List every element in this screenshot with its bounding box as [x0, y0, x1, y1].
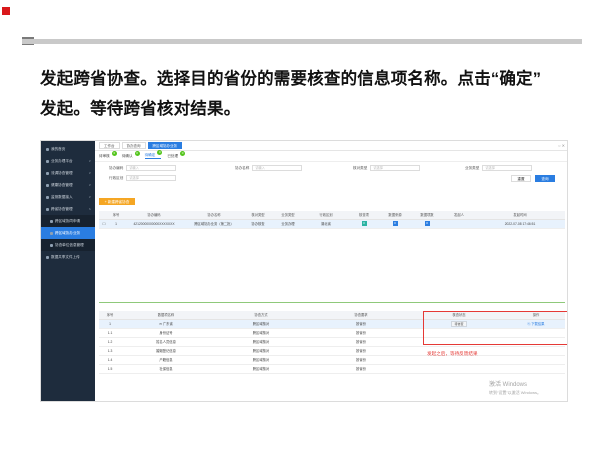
- table-row[interactable]: ☐ 1 42120000000000XXXXXXX 跨区域协办业务（第二批） 协…: [99, 219, 565, 229]
- sidebar-subitem-cobusiness[interactable]: 跨区域协办业务: [41, 227, 95, 239]
- table-header: 序号 协办编码 协办名称 核对类型 业务类型 行政区划 核查项 数据来源 数据项…: [99, 211, 565, 220]
- doc-icon: [50, 231, 53, 235]
- menu-icon: [46, 195, 49, 199]
- tab-workbench[interactable]: 工作台: [99, 142, 120, 149]
- search-button[interactable]: 查询: [535, 175, 555, 182]
- table-row[interactable]: 1.5 社保信息 跨区域核对 按省份: [99, 364, 565, 374]
- status-tabs: 待审核 0 待确认 0 待确定 0 已处理 0: [95, 150, 567, 162]
- count-badge: 0: [180, 150, 186, 156]
- main-area: 工作台 协办查询 跨区域协办业务 ○ ✕ 待审核 0 待确认 0 待确定 0 已处理 0…: [95, 141, 567, 401]
- table-row[interactable]: 1.4 户籍信息 跨区域核对 按省份: [99, 355, 565, 365]
- chevron-down-icon: ∨: [88, 195, 91, 199]
- headline-line-2: 发起。等待跨省核对结果。: [40, 100, 241, 118]
- sidebar-subitem-apply[interactable]: 跨区域协同申请: [41, 215, 95, 227]
- home-icon: [46, 147, 49, 151]
- doc-icon: [50, 243, 53, 247]
- business-type-select[interactable]: 请选择: [482, 165, 533, 171]
- sidebar-item-monitor[interactable]: 监测数据接入 ∨: [41, 191, 95, 203]
- headline: 发起跨省协查。选择目的省份的需要核查的信息项名称。点击“确定” 发起。等待跨省核…: [40, 64, 585, 124]
- sidebar: 我的首页 业务办理平台 ∨ 流调协查管理 ∨ 健康协查管理 ∨ 监测数据接入 ∨ 跨省协…: [41, 141, 95, 401]
- tab-cross-business[interactable]: 跨区域协办业务: [147, 142, 182, 149]
- filter-panel: 协办编码 请输入 协办名称 请输入 核对类型 请选择 业务类型 请选择 行政区划 请选择 …: [95, 162, 567, 184]
- count-badge: 0: [424, 221, 430, 226]
- tab-query[interactable]: 协办查询: [121, 142, 146, 149]
- windows-activation-watermark: 激活 Windows 转到“设置”以激活 Windows。: [489, 382, 542, 395]
- highlight-box: [423, 311, 567, 345]
- chevron-down-icon: ∨: [88, 159, 91, 163]
- page-tabs: 工作台 协办查询 跨区域协办业务 ○ ✕: [95, 141, 567, 151]
- chevron-down-icon: ∨: [88, 183, 91, 187]
- corner-accent: [2, 7, 10, 15]
- window-controls[interactable]: ○ ✕: [558, 143, 565, 148]
- name-input[interactable]: 请输入: [252, 165, 303, 171]
- subtab-done[interactable]: 已处理 0: [167, 150, 186, 159]
- sidebar-item-home[interactable]: 我的首页: [41, 143, 95, 155]
- code-input[interactable]: 请输入: [126, 165, 177, 171]
- chevron-down-icon: ∨: [88, 171, 91, 175]
- count-badge: 0: [392, 221, 398, 226]
- subtab-confirm[interactable]: 待确认 0: [122, 150, 140, 159]
- sidebar-item-health[interactable]: 健康协查管理 ∨: [41, 179, 95, 191]
- headline-line-1: 发起跨省协查。选择目的省份的需要核查的信息项名称。点击“确定”: [40, 70, 542, 88]
- header-bar: [22, 39, 582, 44]
- menu-icon: [46, 159, 49, 163]
- menu-icon: [46, 171, 49, 175]
- embedded-screenshot: 我的首页 业务办理平台 ∨ 流调协查管理 ∨ 健康协查管理 ∨ 监测数据接入 ∨ 跨省协…: [40, 140, 568, 402]
- count-badge: 0: [157, 150, 163, 155]
- filter-business-type: 业务类型 请选择: [465, 165, 533, 171]
- filter-name: 协办名称 请输入: [235, 165, 303, 171]
- sidebar-item-business[interactable]: 业务办理平台 ∨: [41, 155, 95, 167]
- reset-button[interactable]: 重置: [511, 175, 531, 182]
- upload-icon: [46, 255, 49, 259]
- slide: 发起跨省协查。选择目的省份的需要核查的信息项名称。点击“确定” 发起。等待跨省核…: [0, 0, 600, 450]
- add-cross-province-button[interactable]: + 新建跨省协查: [99, 198, 135, 205]
- subtab-review[interactable]: 待审核 0: [99, 150, 117, 159]
- subtab-determine[interactable]: 待确定 0: [144, 150, 163, 159]
- filter-check-type: 核对类型 请选择: [353, 165, 421, 171]
- sidebar-item-flow[interactable]: 流调协查管理 ∨: [41, 167, 95, 179]
- doc-icon: [50, 219, 53, 223]
- count-badge: 0: [361, 221, 367, 226]
- section-divider: [99, 302, 565, 303]
- chevron-up-icon: ∧: [88, 207, 91, 211]
- check-type-select[interactable]: 请选择: [370, 165, 421, 171]
- count-badge: 0: [111, 150, 117, 156]
- table-row[interactable]: 1.3 婚姻登记信息 跨区域核对 按省份: [99, 346, 565, 356]
- count-badge: 0: [134, 150, 140, 156]
- annotation-hint: 发起之后，等待反馈结果: [427, 351, 478, 356]
- filter-code: 协办编码 请输入: [109, 165, 177, 171]
- sidebar-item-crossprovince[interactable]: 跨省协查管理 ∧: [41, 203, 95, 215]
- filter-region: 行政区划 请选择: [109, 175, 177, 181]
- sidebar-subitem-units[interactable]: 协查单位信息管理: [41, 239, 95, 251]
- upper-table: 序号 协办编码 协办名称 核对类型 业务类型 行政区划 核查项 数据来源 数据项…: [99, 211, 565, 229]
- sidebar-item-upload[interactable]: 数据共享文件上传: [41, 251, 95, 263]
- row-checkbox[interactable]: ☐: [99, 219, 109, 229]
- menu-icon: [46, 183, 49, 187]
- menu-icon: [46, 207, 49, 211]
- region-select[interactable]: 请选择: [126, 175, 177, 181]
